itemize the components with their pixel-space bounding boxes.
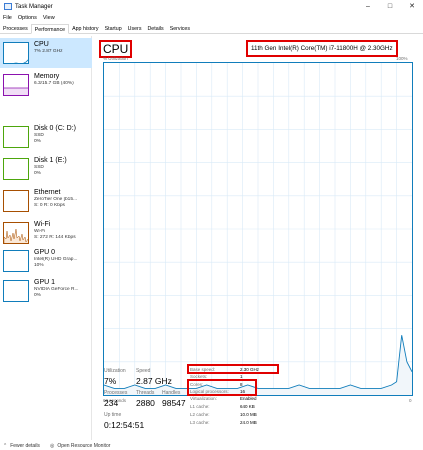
sidebar-cpu-title: CPU: [34, 41, 49, 48]
tab-details[interactable]: Details: [144, 24, 166, 33]
sidebar-item-gpu1[interactable]: GPU 1 NVIDIA GeForce R... 0%: [0, 276, 92, 306]
highlight-base-speed: [187, 364, 279, 374]
cpu-model-name: 11th Gen Intel(R) Core(TM) i7-11800H @ 2…: [246, 40, 398, 57]
handles-value: 98547: [162, 398, 186, 408]
minimize-icon[interactable]: –: [357, 0, 379, 13]
footer-bar: ⌃ Fewer details ◎ Open Resource Monitor: [0, 442, 423, 450]
cpu-stats-panel: Utilization 7% Speed 2.87 GHz Processes …: [100, 364, 420, 440]
title-bar: Task Manager – □ ✕: [0, 0, 423, 13]
resource-monitor-icon: ◎: [49, 443, 55, 449]
threads-value: 2880: [136, 398, 155, 408]
window-title: Task Manager: [15, 3, 53, 10]
open-resource-monitor-link[interactable]: Open Resource Monitor: [57, 443, 110, 449]
processes-label: Processes: [104, 390, 128, 396]
tab-services[interactable]: Services: [167, 24, 193, 33]
detail-label-l2-cache: L2 cache:: [190, 412, 210, 417]
sidebar-gpu1-title: GPU 1: [34, 279, 56, 286]
chart-ymax-label: 100%: [396, 56, 408, 61]
memory-thumbnail-graph: [3, 74, 29, 96]
sidebar-disk0-title: Disk 0 (C: D:): [34, 125, 76, 132]
sidebar-item-cpu[interactable]: CPU 7% 2.87 GHz: [0, 38, 92, 68]
sidebar-ethernet-sub2: S: 0 R: 0 Kbps: [34, 203, 65, 208]
tab-startup[interactable]: Startup: [102, 24, 125, 33]
sidebar-wifi-sub2: S: 272 R: 144 Kbps: [34, 235, 76, 240]
sidebar-gpu0-sub2: 10%: [34, 263, 44, 268]
highlight-cores-logical: [187, 379, 257, 396]
sidebar-item-memory[interactable]: Memory 6.3/15.7 GB (40%): [0, 70, 92, 100]
gpu0-thumbnail-graph: [3, 250, 29, 272]
detail-value-l3-cache: 24.0 MB: [240, 420, 257, 425]
disk0-thumbnail-graph: [3, 126, 29, 148]
sidebar-wifi-title: Wi-Fi: [34, 221, 51, 228]
sidebar-disk1-title: Disk 1 (E:): [34, 157, 67, 164]
wifi-thumbnail-graph: [3, 222, 29, 244]
close-icon[interactable]: ✕: [401, 0, 423, 13]
uptime-label: Up time: [104, 412, 122, 418]
menu-file[interactable]: File: [3, 15, 12, 21]
uptime-value: 0:12:54:51: [104, 420, 145, 430]
cpu-thumbnail-graph: [3, 42, 29, 64]
processes-value: 234: [104, 398, 119, 408]
detail-value-l1-cache: 640 KB: [240, 404, 255, 409]
maximize-icon[interactable]: □: [379, 0, 401, 13]
chevron-up-icon[interactable]: ⌃: [3, 443, 7, 449]
sidebar-gpu0-title: GPU 0: [34, 249, 56, 256]
chart-ylabel: % Utilization: [103, 56, 128, 61]
tab-performance[interactable]: Performance: [30, 24, 70, 34]
utilization-value: 7%: [104, 376, 117, 386]
sidebar-item-gpu0[interactable]: GPU 0 Intel(R) UHD Grap... 10%: [0, 246, 92, 276]
sidebar-item-disk1[interactable]: Disk 1 (E:) SSD 0%: [0, 154, 92, 184]
sidebar-gpu1-sub2: 0%: [34, 293, 41, 298]
sidebar-item-disk0[interactable]: Disk 0 (C: D:) SSD 0%: [0, 122, 92, 152]
task-manager-icon: [4, 3, 12, 10]
disk1-thumbnail-graph: [3, 158, 29, 180]
gpu1-thumbnail-graph: [3, 280, 29, 302]
detail-value-l2-cache: 10.0 MB: [240, 412, 257, 417]
fewer-details-link[interactable]: Fewer details: [10, 443, 40, 449]
sidebar-disk0-sub2: 0%: [34, 139, 41, 144]
detail-label-virtualization: Virtualization:: [190, 396, 217, 401]
task-manager-window: Task Manager – □ ✕ File Options View Pro…: [0, 0, 423, 450]
resource-sidebar: CPU 7% 2.87 GHz Memory 6.3/15.7 GB (40%) D…: [0, 36, 92, 440]
tab-bar: Processes Performance App history Startu…: [0, 24, 423, 34]
menu-view[interactable]: View: [43, 15, 55, 21]
tab-app-history[interactable]: App history: [69, 24, 102, 33]
sidebar-memory-title: Memory: [34, 73, 60, 80]
speed-value: 2.87 GHz: [136, 376, 172, 386]
sidebar-item-wifi[interactable]: Wi-Fi Wi-Fi S: 272 R: 144 Kbps: [0, 218, 92, 248]
detail-label-l3-cache: L3 cache:: [190, 420, 210, 425]
tab-users[interactable]: Users: [125, 24, 145, 33]
ethernet-thumbnail-graph: [3, 190, 29, 212]
detail-value-virtualization: Enabled: [240, 396, 257, 401]
cpu-utilization-chart: [103, 62, 413, 396]
menu-bar: File Options View: [0, 13, 61, 23]
handles-label: Handles: [162, 390, 181, 396]
detail-label-l1-cache: L1 cache:: [190, 404, 210, 409]
window-controls: – □ ✕: [357, 0, 423, 13]
tab-processes[interactable]: Processes: [0, 24, 31, 33]
sidebar-cpu-sub1: 7% 2.87 GHz: [34, 49, 63, 54]
utilization-label: Utilization: [104, 368, 126, 374]
speed-label: Speed: [136, 368, 151, 374]
sidebar-memory-sub1: 6.3/15.7 GB (40%): [34, 81, 74, 86]
menu-options[interactable]: Options: [18, 15, 37, 21]
sidebar-item-ethernet[interactable]: Ethernet ZeroTier One [b15... S: 0 R: 0 Kb…: [0, 186, 92, 216]
sidebar-ethernet-title: Ethernet: [34, 189, 61, 196]
threads-label: Threads: [136, 390, 155, 396]
sidebar-disk1-sub2: 0%: [34, 171, 41, 176]
cpu-utilization-svg: [103, 63, 413, 395]
